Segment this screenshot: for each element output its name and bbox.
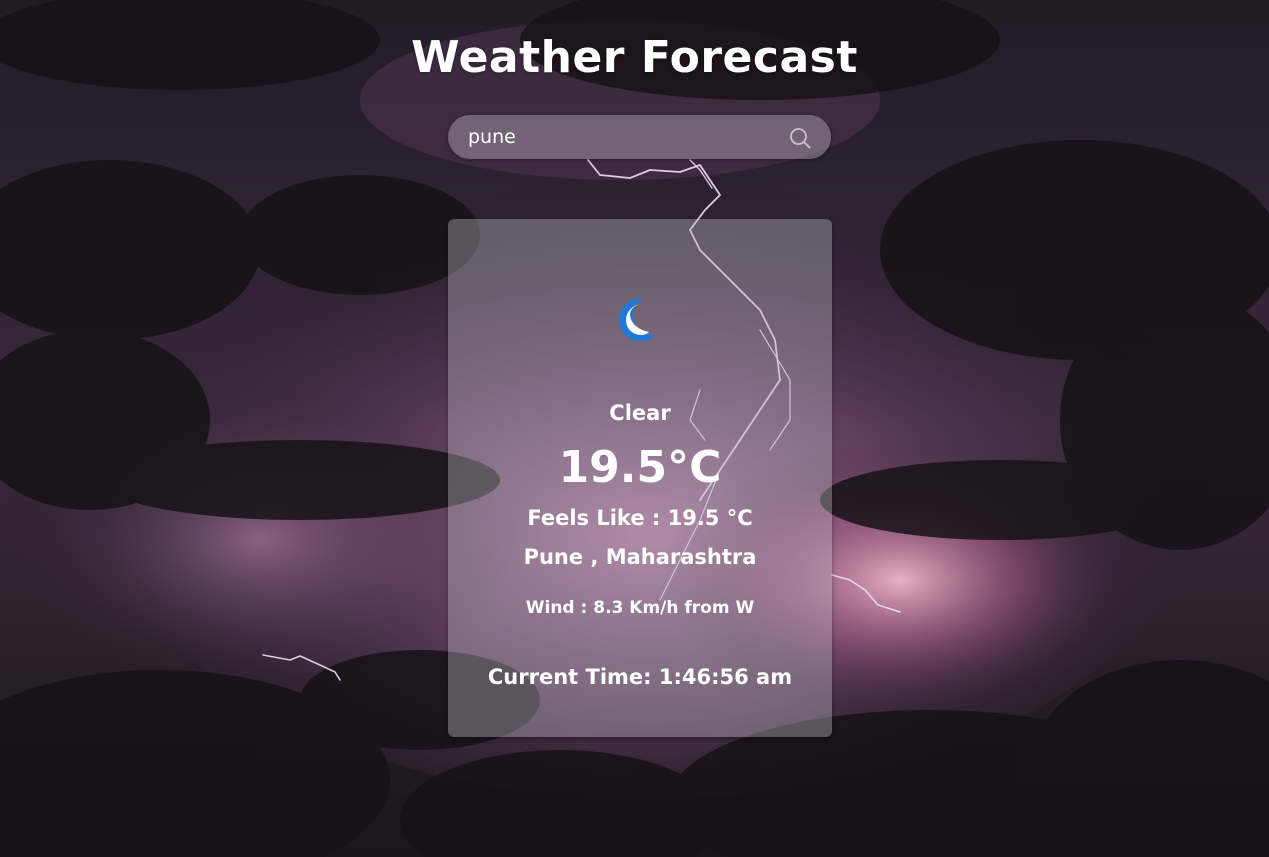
search-input[interactable]	[448, 115, 778, 159]
feels-like: Feels Like : 19.5 °C	[527, 506, 753, 530]
temperature: 19.5°C	[558, 442, 722, 493]
page-title: Weather Forecast	[411, 32, 858, 83]
current-time: Current Time: 1:46:56 am	[487, 665, 793, 689]
crescent-moon-icon	[619, 298, 656, 341]
location: Pune , Maharashtra	[523, 545, 757, 569]
wind-info: Wind : 8.3 Km/h from W	[525, 598, 755, 618]
weather-condition: Clear	[609, 401, 671, 425]
search-icon[interactable]	[789, 127, 811, 149]
search-bar	[448, 115, 831, 159]
weather-card: Clear 19.5°C Feels Like : 19.5 °C Pune ,…	[448, 219, 832, 737]
